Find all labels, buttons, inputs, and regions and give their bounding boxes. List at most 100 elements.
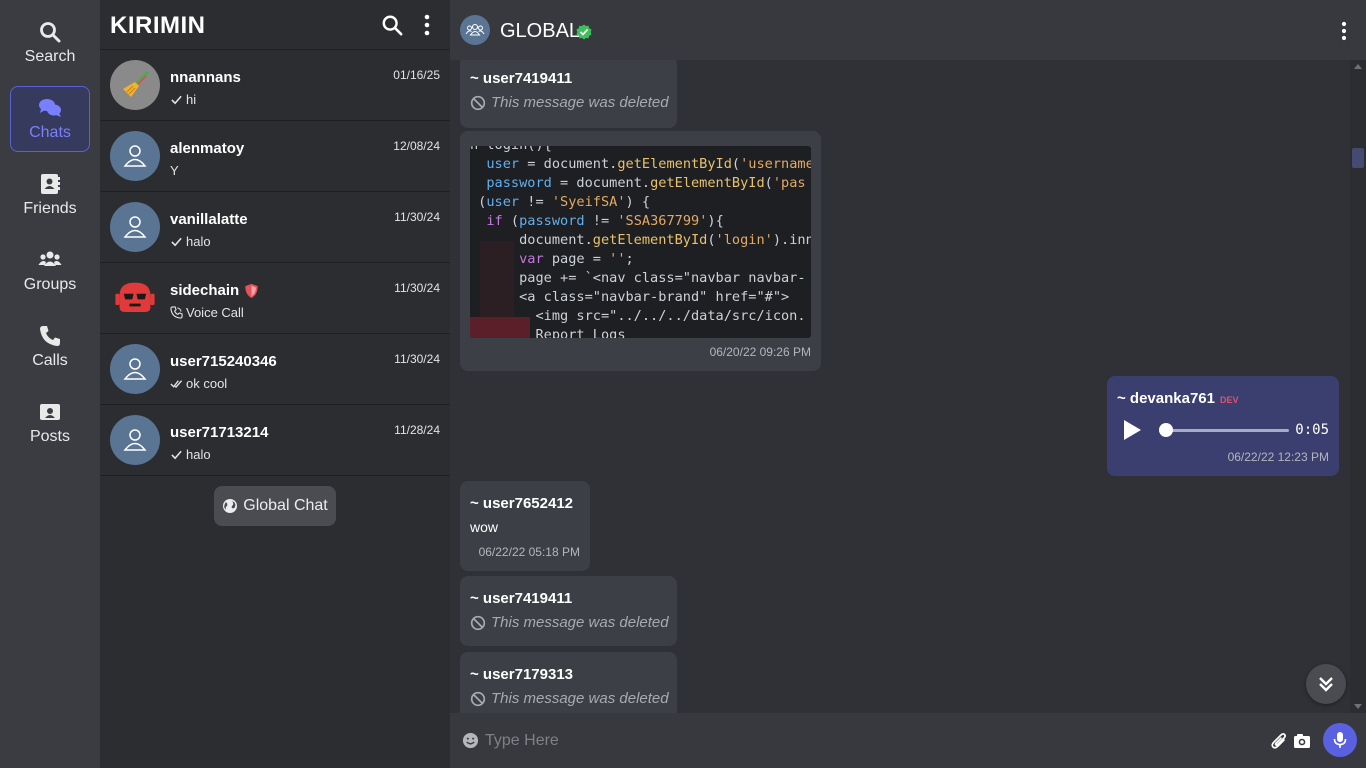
chat-row-preview: halo: [170, 234, 211, 249]
nav-calls[interactable]: Calls: [10, 314, 90, 380]
chat-row-date: 11/28/24: [394, 423, 440, 437]
nav-chats[interactable]: Chats: [10, 86, 90, 152]
posts-icon: [40, 404, 60, 420]
message-author-wrap: ~ devanka761 DEV: [1117, 390, 1239, 407]
more-vertical-icon[interactable]: [416, 14, 438, 36]
chat-row-name: sidechain: [170, 282, 240, 299]
more-vertical-icon[interactable]: [1334, 20, 1354, 42]
emoji-icon[interactable]: [462, 732, 479, 749]
chat-row-preview: hi: [170, 92, 196, 107]
chat-row-date: 11/30/24: [394, 352, 440, 366]
code-line: Report Logs: [470, 327, 626, 338]
message-bubble[interactable]: n login(){ user = document.getElementByI…: [460, 131, 821, 371]
deleted-message: This message was deleted: [470, 690, 669, 707]
broom-emoji-avatar: [110, 60, 160, 110]
chat-row-name: user71713214: [170, 424, 269, 441]
chat-row-message: halo: [186, 234, 211, 249]
message-author: ~ user7652412: [470, 495, 574, 512]
default-user-avatar: [110, 202, 160, 252]
play-icon[interactable]: [1121, 418, 1143, 442]
message-time: 06/22/22 05:18 PM: [478, 545, 580, 559]
sent-check-icon: [171, 95, 182, 105]
address-book-icon: [41, 174, 60, 194]
verified-check-icon: [576, 24, 592, 40]
message-input[interactable]: [485, 727, 1255, 755]
chat-row-name-wrap: sidechain: [170, 282, 259, 299]
group-avatar[interactable]: [460, 15, 490, 45]
message-author: ~ user7419411: [470, 590, 573, 607]
chat-row[interactable]: user715240346 ok cool 11/30/24: [100, 334, 450, 405]
code-screenshot[interactable]: n login(){ user = document.getElementByI…: [470, 146, 811, 338]
chat-row[interactable]: alenmatoy Y 12/08/24: [100, 121, 450, 192]
chat-row[interactable]: nnannans hi 01/16/25: [100, 50, 450, 121]
message-author: ~ user7179313: [470, 666, 574, 683]
message-bubble[interactable]: ~ user7419411 This message was deleted: [460, 60, 677, 128]
nav-friends[interactable]: Friends: [10, 162, 90, 228]
message-scrollbar[interactable]: [1350, 60, 1366, 713]
globe-icon: [223, 499, 238, 513]
nav-chats-label: Chats: [29, 124, 71, 141]
scrollbar-thumb[interactable]: [1352, 148, 1364, 168]
chat-row[interactable]: vanillalatte halo 11/30/24: [100, 192, 450, 263]
nav-groups[interactable]: Groups: [10, 238, 90, 304]
red-robot-avatar: [110, 273, 160, 323]
global-chat-button[interactable]: Global Chat: [214, 486, 336, 526]
nav-calls-label: Calls: [32, 352, 68, 369]
audio-scrubber[interactable]: [1159, 423, 1173, 437]
message-bubble[interactable]: ~ user7652412 wow 06/22/22 05:18 PM: [460, 481, 590, 571]
chat-row-message: ok cool: [186, 376, 228, 391]
message-author: ~ user7419411: [470, 70, 573, 87]
audio-player: 0:05: [1117, 416, 1329, 444]
chat-row-name: nnannans: [170, 69, 241, 86]
nav-rail: Search Chats Friends Groups Calls Posts: [0, 0, 100, 768]
message-bubble[interactable]: ~ user7179313 This message was deleted: [460, 652, 677, 713]
deleted-message: This message was deleted: [470, 94, 669, 111]
chat-list-header: KIRIMIN: [100, 0, 450, 50]
message-time: 06/22/22 12:23 PM: [1227, 450, 1329, 464]
code-line: n login(){: [470, 146, 552, 155]
phone-icon: [40, 326, 60, 346]
scroll-up-arrow[interactable]: [1354, 64, 1362, 69]
message-list[interactable]: ~ user7419411 This message was deleted n…: [450, 60, 1366, 713]
nav-search-label: Search: [24, 48, 76, 65]
deleted-text: This message was deleted: [491, 94, 669, 111]
paperclip-icon[interactable]: [1270, 731, 1288, 751]
audio-track[interactable]: [1159, 429, 1289, 432]
chat-row-message: Y: [170, 163, 179, 178]
sent-check-icon: [171, 450, 182, 460]
camera-icon[interactable]: [1293, 732, 1311, 750]
code-line: (user != 'SyeifSA') {: [470, 194, 651, 210]
code-line: user = document.getElementById('username: [486, 156, 811, 172]
scroll-down-arrow[interactable]: [1354, 704, 1362, 709]
global-chat-label: Global Chat: [243, 497, 328, 514]
microphone-icon: [1333, 732, 1347, 748]
chat-row[interactable]: user71713214 halo 11/28/24: [100, 405, 450, 476]
chat-main: GLOBAL ~ user7419411 This message was de…: [450, 0, 1366, 768]
robot-icon: [115, 282, 155, 312]
chat-row-preview: ok cool: [170, 376, 227, 391]
message-text: wow: [470, 519, 499, 535]
code-line: <img src="../../../data/src/icon.: [470, 308, 806, 324]
ban-icon: [470, 95, 486, 110]
group-users-icon: [465, 23, 485, 36]
message-bubble-own[interactable]: ~ devanka761 DEV 0:05 06/22/22 12:23 PM: [1107, 376, 1339, 476]
chat-row[interactable]: sidechain Voice Call 11/30/24: [100, 263, 450, 334]
chat-row-name: vanillalatte: [170, 211, 248, 228]
shield-badge-icon: [245, 283, 258, 298]
deleted-message: This message was deleted: [470, 614, 669, 631]
search-icon[interactable]: [381, 14, 403, 36]
nav-posts[interactable]: Posts: [10, 390, 90, 456]
message-bubble[interactable]: ~ user7419411 This message was deleted: [460, 576, 677, 646]
code-line: document.getElementById('login').inn: [470, 232, 811, 248]
voice-record-button[interactable]: [1323, 723, 1357, 757]
scroll-to-bottom-button[interactable]: [1306, 664, 1346, 704]
chat-header: GLOBAL: [450, 0, 1366, 60]
nav-search[interactable]: Search: [10, 10, 90, 76]
sent-check-icon: [171, 237, 182, 247]
ban-icon: [470, 615, 486, 630]
default-user-avatar: [110, 344, 160, 394]
chat-row-name: alenmatoy: [170, 140, 245, 157]
chat-row-date: 11/30/24: [394, 281, 440, 295]
deleted-text: This message was deleted: [491, 614, 669, 631]
nav-groups-label: Groups: [23, 276, 77, 293]
